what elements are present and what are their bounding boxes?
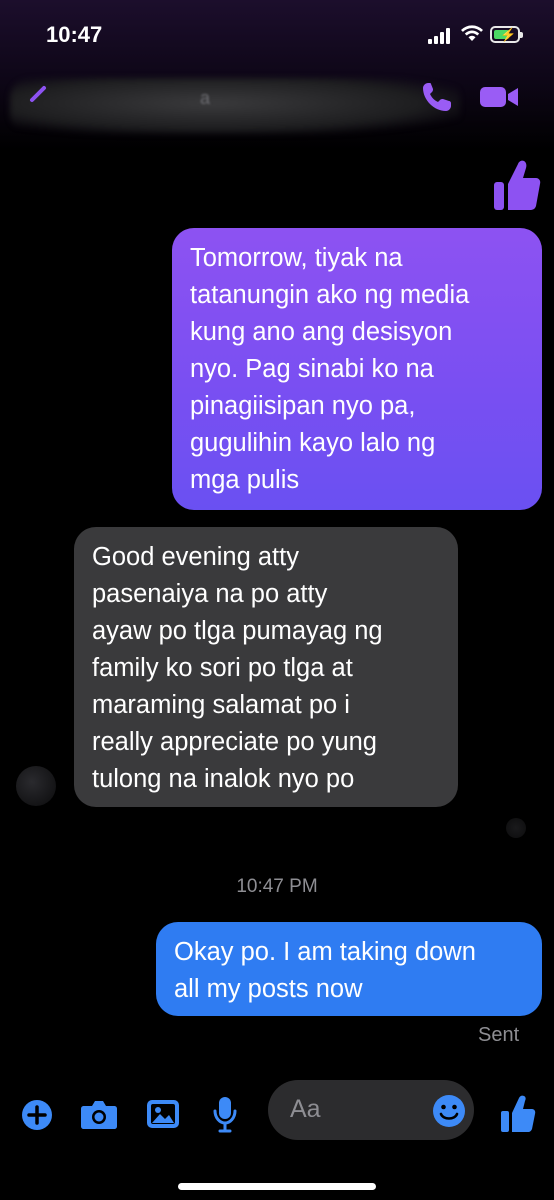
gallery-image-icon[interactable] <box>146 1098 180 1130</box>
message-line: pinagiisipan nyo pa, <box>190 392 416 420</box>
thumbs-up-reaction-icon <box>494 160 541 210</box>
message-line: tatanungin ako ng media <box>190 281 470 309</box>
cellular-signal-icon <box>428 28 454 44</box>
add-plus-icon[interactable] <box>20 1098 54 1132</box>
message-line: really appreciate po yung <box>92 728 377 756</box>
message-bubble-outgoing[interactable]: Okay po. I am taking down all my posts n… <box>156 922 542 1016</box>
message-line: nyo. Pag sinabi ko na <box>190 355 434 383</box>
contact-name-text: a <box>200 88 211 108</box>
wifi-icon <box>461 25 483 41</box>
message-input[interactable]: Aa <box>268 1080 474 1140</box>
contact-avatar[interactable] <box>16 766 56 806</box>
message-bubble-outgoing[interactable]: Tomorrow, tiyak na tatanungin ako ng med… <box>172 228 542 510</box>
battery-icon: ⚡ <box>490 26 523 43</box>
message-bubble-incoming[interactable]: Good evening atty pasenaiya na po atty a… <box>74 527 458 807</box>
message-input-placeholder: Aa <box>290 1095 321 1123</box>
message-composer: Aa <box>0 1070 554 1200</box>
contact-name-blurred[interactable] <box>10 78 460 134</box>
conversation-header: a <box>0 70 554 140</box>
message-line: Tomorrow, tiyak na <box>190 244 403 272</box>
delivery-status: Sent <box>478 1024 520 1046</box>
message-line: Okay po. I am taking down <box>174 938 476 966</box>
emoji-smiley-icon[interactable] <box>432 1094 466 1128</box>
video-call-icon[interactable] <box>478 82 520 112</box>
status-bar: 10:47 ⚡ <box>0 0 554 70</box>
message-line: mga pulis <box>190 466 300 494</box>
message-line: family ko sori po tlga at <box>92 654 353 682</box>
message-line: all my posts now <box>174 975 363 1003</box>
home-indicator <box>178 1183 376 1190</box>
message-line: kung ano ang desisyon <box>190 318 453 346</box>
camera-icon[interactable] <box>80 1098 118 1130</box>
read-receipt-avatar <box>506 818 526 838</box>
message-line: pasenaiya na po atty <box>92 580 328 608</box>
message-timestamp: 10:47 PM <box>236 876 318 897</box>
back-chevron-icon[interactable] <box>26 84 48 106</box>
phone-call-icon[interactable] <box>420 80 454 114</box>
message-line: gugulihin kayo lalo ng <box>190 429 436 457</box>
status-time: 10:47 <box>46 22 103 47</box>
message-line: ayaw po tlga pumayag ng <box>92 617 383 645</box>
message-line: Good evening atty <box>92 543 299 571</box>
thumbs-up-send-icon[interactable] <box>500 1094 536 1134</box>
microphone-icon[interactable] <box>212 1096 238 1134</box>
message-line: maraming salamat po i <box>92 691 350 719</box>
message-line: tulong na inalok nyo po <box>92 765 355 793</box>
